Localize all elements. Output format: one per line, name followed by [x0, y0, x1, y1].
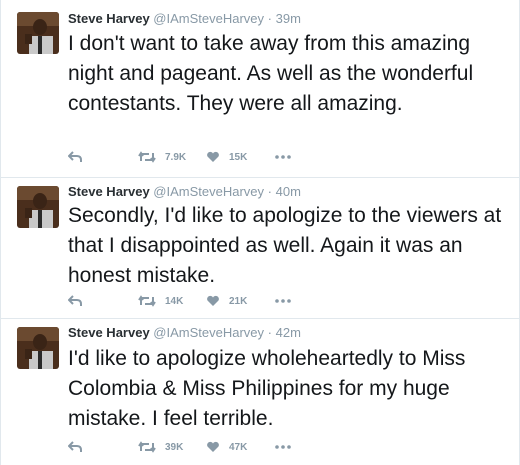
- tweet-header: Steve Harvey @IAmSteveHarvey · 39m: [68, 11, 301, 26]
- retweet-count: 7.9K: [165, 151, 187, 163]
- retweet-count: 39K: [165, 441, 184, 453]
- retweet-button[interactable]: 39K: [138, 439, 183, 455]
- like-button[interactable]: 15K: [206, 149, 247, 165]
- more-icon: [275, 155, 291, 159]
- author-handle[interactable]: @IAmSteveHarvey: [153, 325, 264, 340]
- reply-icon: [68, 441, 82, 453]
- heart-icon: [206, 295, 220, 307]
- tweet[interactable]: Steve Harvey @IAmSteveHarvey · 42m I'd l…: [1, 319, 519, 465]
- tweet-header: Steve Harvey @IAmSteveHarvey · 40m: [68, 184, 301, 199]
- more-icon: [275, 445, 291, 449]
- retweet-button[interactable]: 7.9K: [138, 149, 186, 165]
- separator: ·: [267, 184, 272, 199]
- like-button[interactable]: 21K: [206, 293, 247, 309]
- reply-button[interactable]: [68, 439, 82, 455]
- author-handle[interactable]: @IAmSteveHarvey: [153, 11, 264, 26]
- separator: ·: [267, 325, 272, 340]
- avatar[interactable]: [17, 186, 59, 228]
- like-button[interactable]: 47K: [206, 439, 247, 455]
- more-button[interactable]: [275, 439, 291, 455]
- heart-icon: [206, 151, 220, 163]
- timestamp[interactable]: 42m: [276, 325, 301, 340]
- reply-button[interactable]: [68, 293, 82, 309]
- author-name[interactable]: Steve Harvey: [68, 11, 150, 26]
- tweet-text: Secondly, I'd like to apologize to the v…: [68, 204, 502, 287]
- tweet-text: I'd like to apologize wholeheartedly to …: [68, 347, 466, 430]
- separator: ·: [267, 11, 272, 26]
- retweet-icon: [138, 151, 156, 163]
- tweet-header: Steve Harvey @IAmSteveHarvey · 42m: [68, 325, 301, 340]
- more-icon: [275, 299, 291, 303]
- retweet-count: 14K: [165, 295, 184, 307]
- like-count: 15K: [229, 151, 248, 163]
- tweet[interactable]: Steve Harvey @IAmSteveHarvey · 39m I don…: [1, 0, 519, 178]
- author-handle[interactable]: @IAmSteveHarvey: [153, 184, 264, 199]
- author-name[interactable]: Steve Harvey: [68, 184, 150, 199]
- tweet-text: I don't want to take away from this amaz…: [68, 32, 474, 115]
- tweet[interactable]: Steve Harvey @IAmSteveHarvey · 40m Secon…: [1, 178, 519, 319]
- more-button[interactable]: [275, 293, 291, 309]
- more-button[interactable]: [275, 149, 291, 165]
- retweet-icon: [138, 295, 156, 307]
- retweet-icon: [138, 441, 156, 453]
- author-name[interactable]: Steve Harvey: [68, 325, 150, 340]
- timestamp[interactable]: 40m: [276, 184, 301, 199]
- timestamp[interactable]: 39m: [276, 11, 301, 26]
- reply-button[interactable]: [68, 149, 82, 165]
- retweet-button[interactable]: 14K: [138, 293, 183, 309]
- reply-icon: [68, 151, 82, 163]
- tweet-timeline: Steve Harvey @IAmSteveHarvey · 39m I don…: [0, 0, 520, 465]
- avatar[interactable]: [17, 327, 59, 369]
- avatar[interactable]: [17, 12, 59, 54]
- heart-icon: [206, 441, 220, 453]
- reply-icon: [68, 295, 82, 307]
- like-count: 21K: [229, 295, 248, 307]
- like-count: 47K: [229, 441, 248, 453]
